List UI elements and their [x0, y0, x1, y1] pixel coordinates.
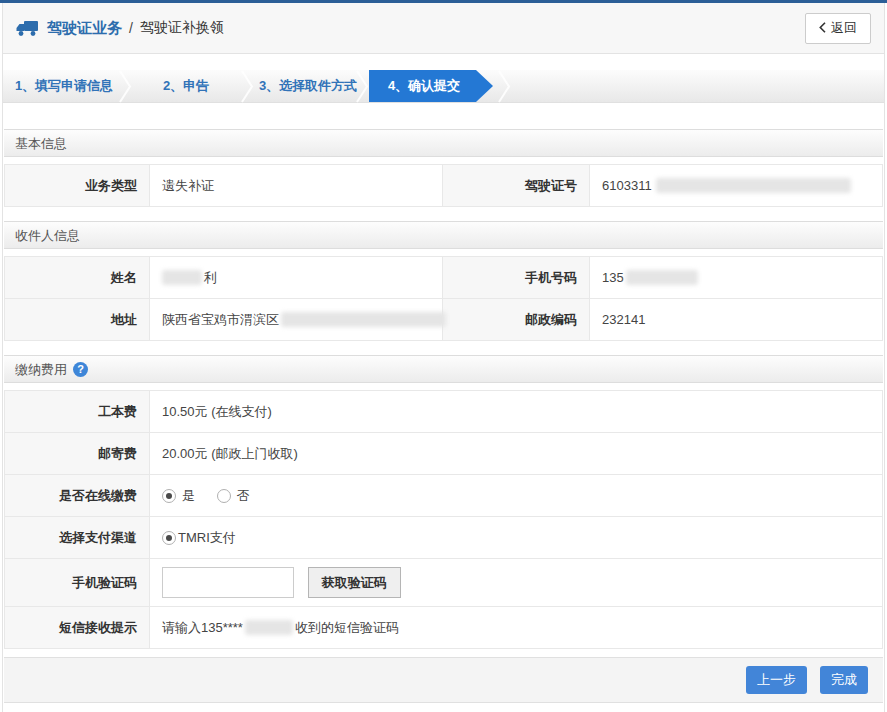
- postage-fee-label: 邮寄费: [5, 433, 150, 475]
- radio-no[interactable]: [217, 489, 231, 503]
- business-type-label: 业务类型: [5, 165, 150, 207]
- pay-online-label: 是否在线缴费: [5, 475, 150, 517]
- section-payment-header: 缴纳费用 ?: [4, 355, 883, 383]
- back-button[interactable]: 返回: [805, 13, 871, 44]
- redacted-text: [626, 270, 698, 285]
- back-button-label: 返回: [831, 19, 857, 37]
- name-label: 姓名: [5, 257, 150, 299]
- table-row: 工本费 10.50元 (在线支付): [5, 391, 883, 433]
- payment-table: 工本费 10.50元 (在线支付) 邮寄费 20.00元 (邮政上门收取) 是否…: [4, 390, 883, 649]
- table-row: 手机验证码 获取验证码: [5, 559, 883, 607]
- channel-label: 选择支付渠道: [5, 517, 150, 559]
- help-icon[interactable]: ?: [73, 362, 88, 377]
- business-type-value: 遗失补证: [150, 165, 443, 207]
- address-value: 陕西省宝鸡市渭滨区: [150, 299, 443, 341]
- chevron-left-icon: [819, 22, 826, 33]
- section-basic-info-title: 基本信息: [15, 130, 67, 157]
- truck-icon: [16, 20, 39, 37]
- sms-code-label: 手机验证码: [5, 559, 150, 607]
- phone-value: 135: [590, 257, 883, 299]
- footer-bar: 上一步 完成: [4, 657, 883, 703]
- step-separator-icon: [240, 70, 254, 103]
- breadcrumb-separator: /: [129, 20, 133, 36]
- radio-no-label: 否: [237, 488, 250, 503]
- finish-button[interactable]: 完成: [820, 666, 868, 694]
- postcode-value: 232141: [590, 299, 883, 341]
- license-no-label: 驾驶证号: [443, 165, 590, 207]
- page-title: 驾驶证业务: [47, 19, 122, 38]
- radio-tmri-label: TMRI支付: [178, 530, 236, 545]
- get-code-button[interactable]: 获取验证码: [308, 567, 401, 598]
- step-tab-2[interactable]: 2、申告: [125, 70, 247, 102]
- phone-label: 手机号码: [443, 257, 590, 299]
- sms-code-input[interactable]: [162, 567, 294, 598]
- recipient-info-table: 姓名 利 手机号码 135 地址 陕西省宝鸡市渭滨区 邮政编码 232141: [4, 256, 883, 341]
- step-tabs: 1、填写申请信息 2、申告 3、选择取件方式 4、确认提交: [3, 70, 884, 103]
- radio-yes[interactable]: [162, 489, 176, 503]
- page-frame: 驾驶证业务 / 驾驶证补换领 返回 1、填写申请信息 2、申告 3、选择取件方式…: [2, 3, 885, 712]
- sms-hint-text: 请输入135****收到的短信验证码: [150, 607, 883, 649]
- previous-step-button[interactable]: 上一步: [746, 666, 807, 694]
- radio-tmri[interactable]: [162, 531, 176, 545]
- table-row: 短信接收提示 请输入135****收到的短信验证码: [5, 607, 883, 649]
- production-fee-value: 10.50元 (在线支付): [150, 391, 883, 433]
- main-content: 基本信息 业务类型 遗失补证 驾驶证号 6103311 收件人信息 姓名 利 手…: [3, 129, 884, 703]
- basic-info-table: 业务类型 遗失补证 驾驶证号 6103311: [4, 164, 883, 207]
- address-label: 地址: [5, 299, 150, 341]
- radio-yes-label: 是: [182, 488, 195, 503]
- postage-fee-value: 20.00元 (邮政上门收取): [150, 433, 883, 475]
- breadcrumb-current: 驾驶证补换领: [140, 19, 224, 37]
- section-payment-title: 缴纳费用: [15, 356, 67, 383]
- redacted-text: [245, 620, 293, 635]
- table-row: 姓名 利 手机号码 135: [5, 257, 883, 299]
- table-row: 地址 陕西省宝鸡市渭滨区 邮政编码 232141: [5, 299, 883, 341]
- sms-hint-label: 短信接收提示: [5, 607, 150, 649]
- step-tab-3[interactable]: 3、选择取件方式: [247, 70, 369, 102]
- header: 驾驶证业务 / 驾驶证补换领 返回: [3, 3, 884, 54]
- step-tab-1[interactable]: 1、填写申请信息: [3, 70, 125, 102]
- postcode-label: 邮政编码: [443, 299, 590, 341]
- channel-options: TMRI支付: [150, 517, 883, 559]
- table-row: 是否在线缴费 是 否: [5, 475, 883, 517]
- sms-code-field: 获取验证码: [150, 559, 883, 607]
- table-row: 选择支付渠道 TMRI支付: [5, 517, 883, 559]
- license-no-value: 6103311: [590, 165, 883, 207]
- section-recipient-header: 收件人信息: [4, 221, 883, 249]
- step-separator-icon: [118, 70, 132, 103]
- section-basic-info-header: 基本信息: [4, 129, 883, 157]
- table-row: 邮寄费 20.00元 (邮政上门收取): [5, 433, 883, 475]
- redacted-text: [281, 312, 446, 327]
- production-fee-label: 工本费: [5, 391, 150, 433]
- step-separator-icon: [355, 70, 369, 103]
- step-separator-icon: [497, 70, 511, 103]
- step-tab-4-active[interactable]: 4、确认提交: [369, 70, 493, 102]
- pay-online-options: 是 否: [150, 475, 883, 517]
- redacted-text: [656, 178, 851, 193]
- section-recipient-title: 收件人信息: [15, 222, 80, 249]
- name-value: 利: [150, 257, 443, 299]
- table-row: 业务类型 遗失补证 驾驶证号 6103311: [5, 165, 883, 207]
- redacted-text: [162, 270, 202, 285]
